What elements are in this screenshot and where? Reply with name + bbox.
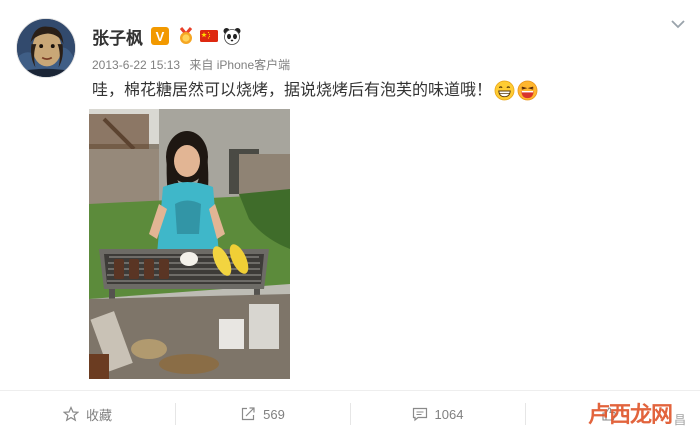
- username[interactable]: 张子枫: [92, 24, 143, 49]
- watermark: 卢西龙网 昌: [588, 397, 686, 429]
- favorite-button[interactable]: 收藏: [0, 391, 175, 437]
- verified-badge-icon: V: [151, 27, 169, 45]
- post-meta: 2013-6-22 15:13 来自 iPhone客户端: [92, 56, 296, 73]
- star-icon: [62, 406, 79, 422]
- avatar[interactable]: [16, 18, 76, 78]
- watermark-suffix: 昌: [673, 412, 686, 427]
- post-content: 哇，棉花糖居然可以烧烤，据说烧烤后有泡芙的味道哦！: [92, 78, 538, 102]
- chevron-down-icon[interactable]: [670, 18, 686, 30]
- post-photo[interactable]: [89, 109, 290, 379]
- grin-emoji-icon: [494, 80, 515, 100]
- watermark-logo: 卢西龙网: [587, 403, 673, 428]
- medal-icon: [179, 27, 193, 44]
- repost-button[interactable]: 569: [175, 391, 350, 437]
- laugh-emoji-icon: [517, 80, 538, 100]
- comment-button[interactable]: 1064: [350, 391, 525, 437]
- repost-count: 569: [263, 406, 285, 422]
- favorite-label: 收藏: [85, 407, 112, 423]
- post-header: 张子枫 V: [92, 22, 242, 50]
- comment-icon: [412, 407, 427, 422]
- comment-count: 1064: [434, 406, 464, 422]
- share-icon: [242, 407, 255, 421]
- weibo-post-card: 张子枫 V 2013-6-22 15:13 来自 iPhone客户端 哇，棉花糖…: [0, 0, 700, 437]
- panda-icon: [223, 28, 241, 45]
- china-flag-icon: [200, 30, 218, 42]
- post-text: 哇，棉花糖居然可以烧烤，据说烧烤后有泡芙的味道哦！: [92, 80, 493, 99]
- post-timestamp[interactable]: 2013-6-22 15:13: [92, 58, 180, 72]
- post-source: 来自 iPhone客户端: [189, 58, 291, 72]
